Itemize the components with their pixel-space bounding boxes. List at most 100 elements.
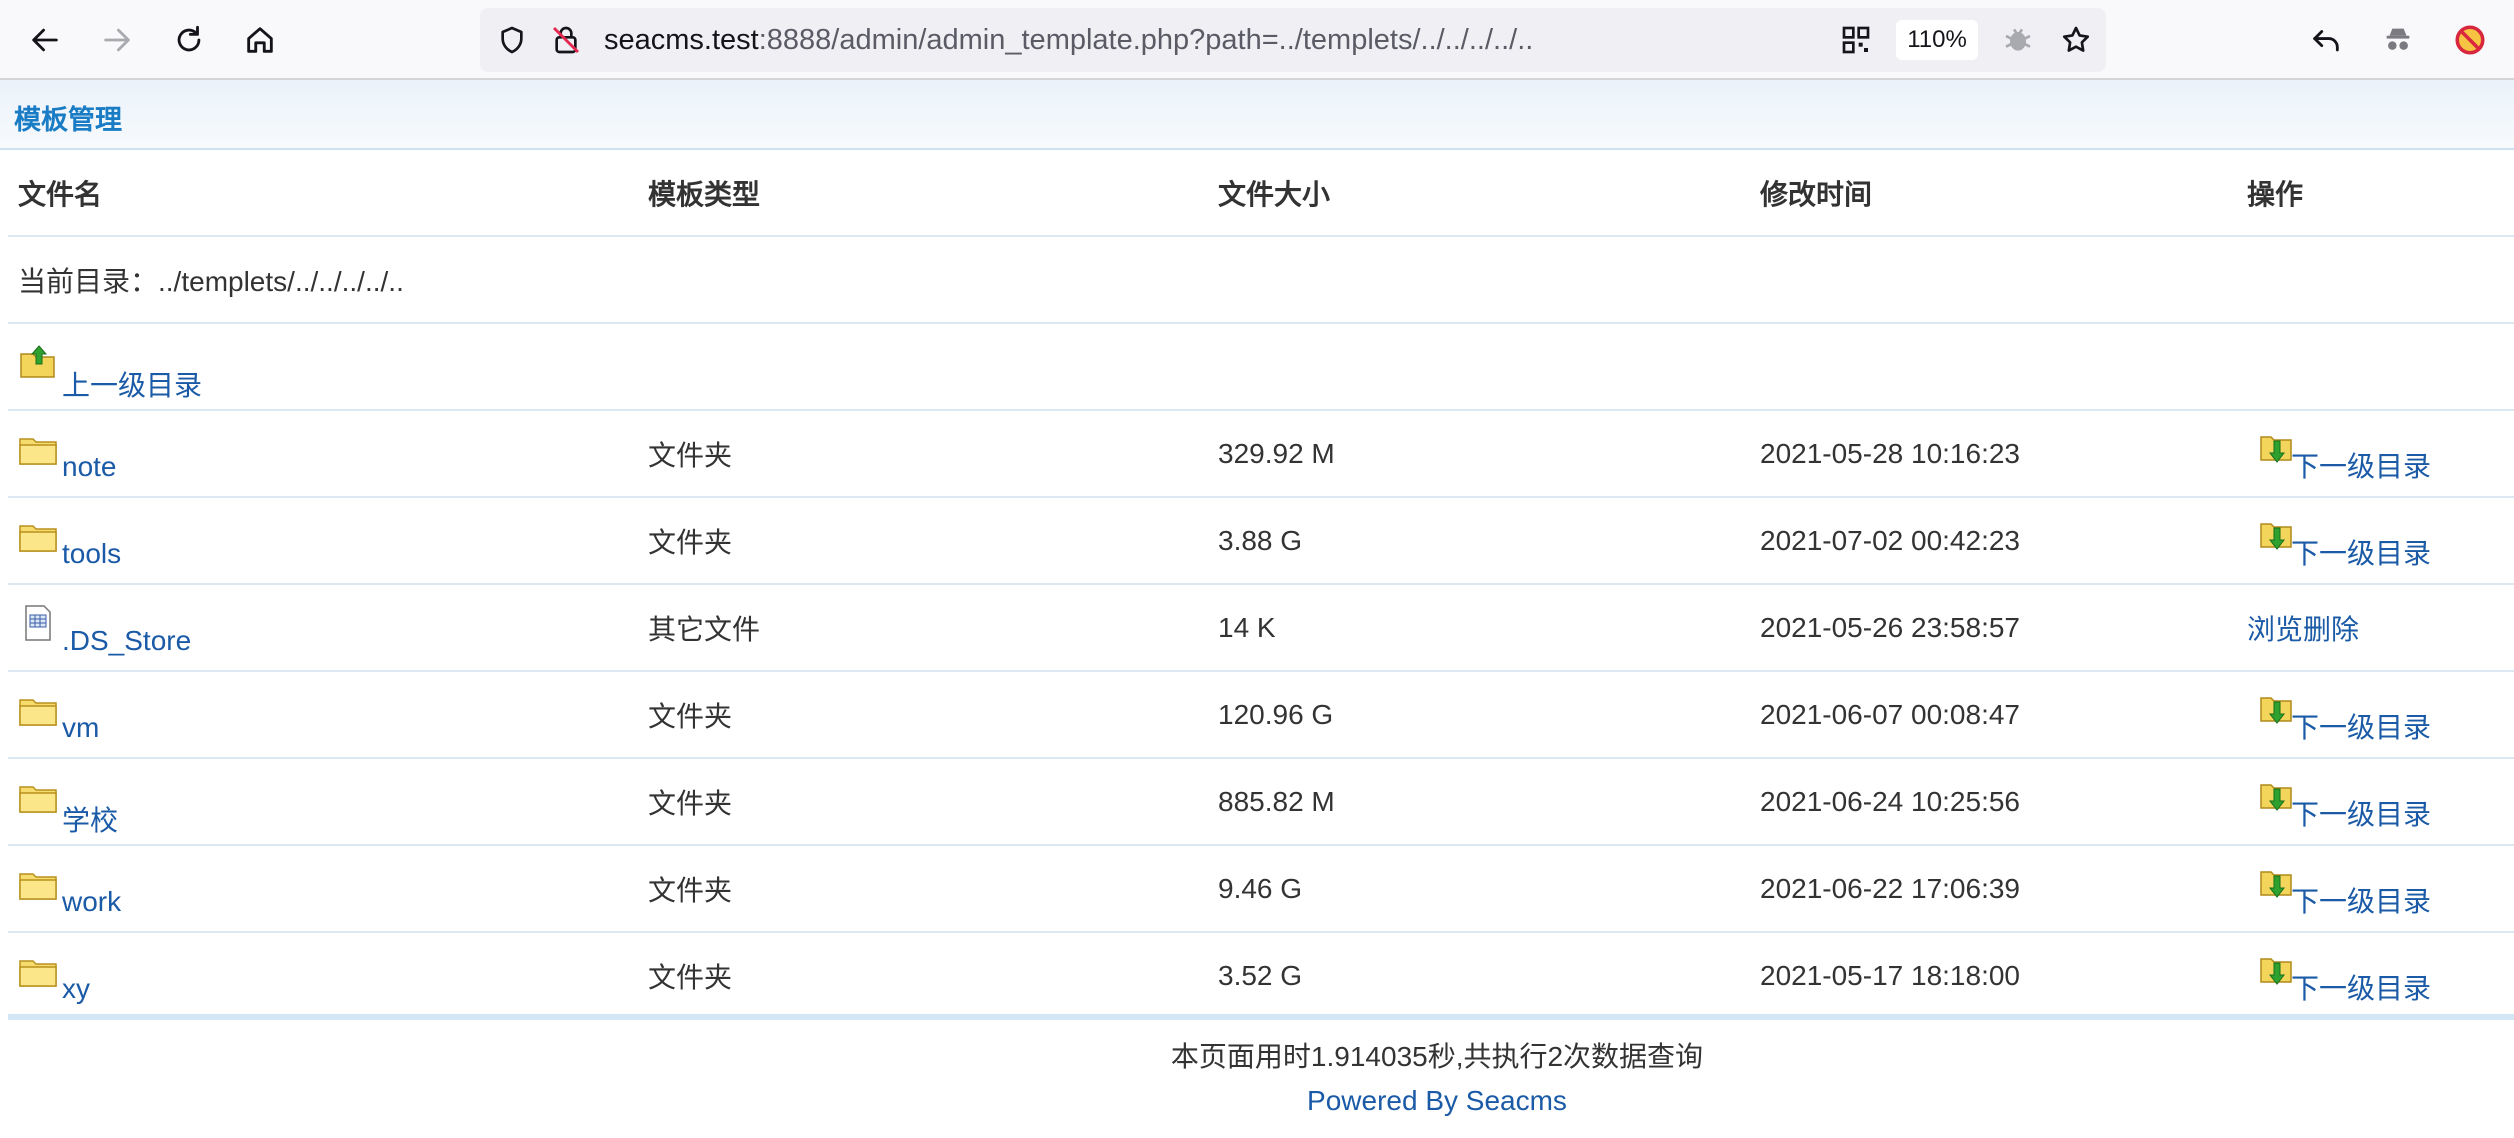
blocked-extension-icon (2455, 25, 2485, 55)
parent-dir-cell: 上一级目录 (8, 323, 2514, 411)
parent-dir-row: 上一级目录 (8, 323, 2514, 411)
parent-dir-link[interactable]: 上一级目录 (62, 364, 202, 404)
file-name-link[interactable]: tools (62, 538, 121, 570)
subdir-link[interactable]: 下一级目录 (2291, 706, 2431, 746)
home-icon (247, 27, 273, 53)
col-template-type: 模板类型 (648, 150, 1218, 237)
folder-icon (19, 786, 57, 813)
qr-code-icon[interactable] (1838, 22, 1874, 58)
file-mtime: 2021-05-26 23:58:57 (1760, 584, 2247, 672)
folder-icon (19, 960, 57, 987)
insecure-lock-icon[interactable] (548, 22, 584, 58)
table-row: xy 文件夹 3.52 G 2021-05-17 18:18:00 下一级目录 (8, 932, 2514, 1020)
table-row: .DS_Store 其它文件 14 K 2021-05-26 23:58:57 … (8, 584, 2514, 672)
bug-icon[interactable] (2000, 22, 2036, 58)
bookmark-star-icon[interactable] (2058, 22, 2094, 58)
file-table: 文件名 模板类型 文件大小 修改时间 操作 当前目录：../templets/.… (8, 150, 2514, 1020)
extension-button[interactable] (2374, 16, 2422, 64)
blocker-extension-button[interactable] (2446, 16, 2494, 64)
file-mtime: 2021-06-22 17:06:39 (1760, 845, 2247, 933)
url-path: :8888/admin/admin_template.php?path=../t… (758, 24, 1534, 56)
browser-toolbar: seacms.test:8888/admin/admin_template.ph… (0, 0, 2514, 80)
subdir-link[interactable]: 下一级目录 (2291, 967, 2431, 1007)
spy-extension-icon (2386, 28, 2410, 50)
file-size: 14 K (1218, 584, 1760, 672)
file-name-link[interactable]: .DS_Store (62, 625, 191, 657)
folder-down-icon (2260, 958, 2292, 985)
table-header-row: 文件名 模板类型 文件大小 修改时间 操作 (8, 150, 2514, 237)
file-name-link[interactable]: xy (62, 973, 90, 1005)
reload-icon (177, 25, 201, 52)
col-modified-time: 修改时间 (1760, 150, 2247, 237)
file-icon (25, 605, 51, 641)
shield-icon[interactable] (494, 22, 530, 58)
action-cell: 下一级目录 (2247, 497, 2514, 585)
file-size: 3.88 G (1218, 497, 1760, 585)
undo-button[interactable] (2302, 16, 2350, 64)
back-button[interactable] (21, 16, 69, 64)
file-name-cell: note (8, 410, 648, 498)
file-mtime: 2021-07-02 00:42:23 (1760, 497, 2247, 585)
file-name-cell: vm (8, 671, 648, 759)
page-content: 模板管理 文件名 模板类型 文件大小 修改时间 操作 当前目录：../templ… (0, 80, 2514, 1138)
file-size: 3.52 G (1218, 932, 1760, 1020)
delete-file-link[interactable]: 删除 (2303, 614, 2359, 645)
folder-icon (19, 438, 57, 465)
action-cell: 下一级目录 (2247, 758, 2514, 846)
file-name-link[interactable]: 学校 (62, 799, 118, 839)
action-cell: 浏览删除 (2247, 584, 2514, 672)
file-type: 文件夹 (648, 758, 1218, 846)
reload-button[interactable] (165, 16, 213, 64)
file-type: 文件夹 (648, 932, 1218, 1020)
folder-down-icon (2260, 436, 2292, 463)
action-cell: 下一级目录 (2247, 932, 2514, 1020)
file-type: 文件夹 (648, 845, 1218, 933)
url-text[interactable]: seacms.test:8888/admin/admin_template.ph… (604, 8, 1533, 72)
home-button[interactable] (236, 16, 284, 64)
forward-button[interactable] (93, 16, 141, 64)
footer-divider (8, 1014, 2514, 1020)
file-name-cell: tools (8, 497, 648, 585)
file-size: 9.46 G (1218, 845, 1760, 933)
undo-arrow-icon (2313, 30, 2339, 52)
file-mtime: 2021-05-17 18:18:00 (1760, 932, 2247, 1020)
action-cell: 下一级目录 (2247, 671, 2514, 759)
view-file-link[interactable]: 浏览 (2247, 614, 2303, 645)
folder-down-icon (2260, 871, 2292, 898)
powered-by-link[interactable]: Powered By Seacms (1307, 1085, 1567, 1116)
section-title: 模板管理 (14, 105, 122, 135)
file-type: 其它文件 (648, 584, 1218, 672)
url-bar[interactable]: seacms.test:8888/admin/admin_template.ph… (480, 8, 2106, 72)
file-name-cell: 学校 (8, 758, 648, 846)
file-name-link[interactable]: work (62, 886, 121, 918)
footer: 本页面用时1.914035秒,共执行2次数据查询 Powered By Seac… (1084, 1035, 1790, 1123)
folder-icon (19, 525, 57, 552)
col-actions: 操作 (2247, 150, 2514, 237)
file-name-link[interactable]: note (62, 451, 117, 483)
file-mtime: 2021-06-07 00:08:47 (1760, 671, 2247, 759)
folder-down-icon (2260, 697, 2292, 724)
folder-down-icon (2260, 784, 2292, 811)
footer-stats: 本页面用时1.914035秒,共执行2次数据查询 (1170, 1041, 1704, 1072)
file-name-cell: .DS_Store (8, 584, 648, 672)
folder-icon (19, 873, 57, 900)
subdir-link[interactable]: 下一级目录 (2291, 793, 2431, 833)
folder-down-icon (2260, 523, 2292, 550)
back-arrow-icon (32, 28, 58, 52)
subdir-link[interactable]: 下一级目录 (2291, 532, 2431, 572)
zoom-level[interactable]: 110% (1896, 20, 1978, 60)
file-name-link[interactable]: vm (62, 712, 99, 744)
subdir-link[interactable]: 下一级目录 (2291, 445, 2431, 485)
current-dir-row: 当前目录：../templets/../../../../.. (8, 236, 2514, 324)
col-filename: 文件名 (8, 150, 648, 237)
forward-arrow-icon (104, 28, 130, 52)
section-header: 模板管理 (0, 80, 2514, 150)
file-size: 885.82 M (1218, 758, 1760, 846)
folder-icon (19, 699, 57, 726)
subdir-link[interactable]: 下一级目录 (2291, 880, 2431, 920)
file-name-cell: xy (8, 932, 648, 1020)
table-row: tools 文件夹 3.88 G 2021-07-02 00:42:23 下一级… (8, 497, 2514, 585)
file-type: 文件夹 (648, 497, 1218, 585)
table-row: vm 文件夹 120.96 G 2021-06-07 00:08:47 下一级目… (8, 671, 2514, 759)
file-type: 文件夹 (648, 671, 1218, 759)
